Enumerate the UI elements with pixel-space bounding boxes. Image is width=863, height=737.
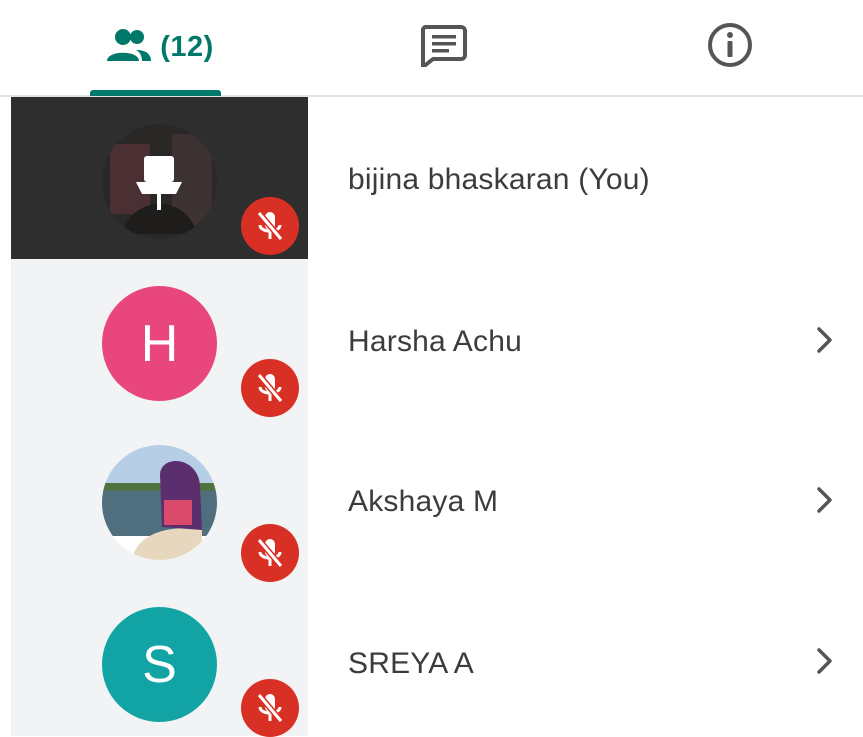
tab-people[interactable]: (12)	[60, 0, 260, 95]
chevron-right-icon[interactable]	[810, 480, 840, 520]
mic-muted-icon	[241, 679, 299, 737]
chevron-right-icon[interactable]	[810, 641, 840, 681]
active-tab-indicator	[90, 90, 221, 96]
participant-list: bijina bhaskaran (You) H Harsha Achu Aks…	[0, 97, 863, 737]
participant-avatar-area	[11, 97, 308, 259]
participant-row[interactable]: H Harsha Achu	[0, 259, 863, 421]
participant-name: bijina bhaskaran (You)	[348, 163, 650, 196]
avatar: H	[102, 286, 217, 401]
participant-row[interactable]: Akshaya M	[0, 421, 863, 583]
tab-chat[interactable]	[343, 0, 543, 95]
participant-count: (12)	[160, 31, 214, 63]
mic-muted-icon	[241, 197, 299, 255]
avatar: S	[102, 607, 217, 722]
participant-name: Akshaya M	[348, 485, 499, 518]
avatar	[102, 445, 217, 560]
participant-avatar-area: H	[11, 259, 308, 421]
avatar	[102, 124, 217, 239]
participant-name: SREYA A	[348, 647, 474, 680]
participant-name: Harsha Achu	[348, 325, 522, 358]
tab-bar: (12)	[0, 0, 863, 97]
participant-avatar-area	[11, 421, 308, 583]
participant-avatar-area: S	[11, 583, 308, 737]
mic-muted-icon	[241, 524, 299, 582]
participant-row-self[interactable]: bijina bhaskaran (You)	[0, 97, 863, 259]
people-icon	[106, 28, 152, 67]
tab-info[interactable]	[630, 0, 830, 95]
participant-row[interactable]: S SREYA A	[0, 583, 863, 737]
info-icon	[707, 22, 753, 73]
chat-icon	[419, 23, 467, 72]
mic-muted-icon	[241, 359, 299, 417]
chevron-right-icon[interactable]	[810, 320, 840, 360]
